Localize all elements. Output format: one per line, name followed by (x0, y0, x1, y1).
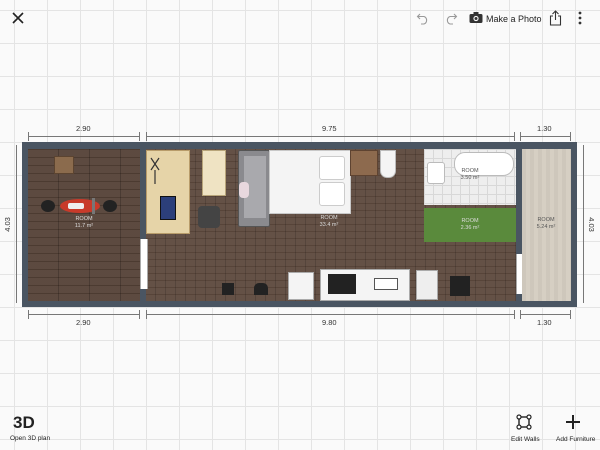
undo-icon (416, 13, 428, 25)
appliance[interactable] (288, 272, 314, 300)
room-name: ROOM (75, 216, 93, 222)
dimension-label: 4.03 (586, 217, 596, 232)
make-photo-button[interactable] (469, 11, 483, 24)
dimension-line (146, 314, 514, 315)
room-name: ROOM (461, 218, 479, 224)
dimension-label: 2.90 (76, 318, 91, 327)
dimension-label: 9.75 (322, 124, 337, 133)
nightstand[interactable] (350, 150, 378, 176)
redo-icon (446, 13, 458, 25)
more-button[interactable] (578, 10, 582, 26)
room-name: ROOM (537, 217, 555, 223)
kitchen-sink[interactable] (374, 278, 398, 290)
edit-walls-button[interactable] (516, 414, 532, 430)
dimension-line (28, 136, 139, 137)
bed-pillow (319, 156, 345, 180)
window[interactable] (140, 239, 148, 289)
close-button[interactable] (8, 8, 28, 28)
room-name: ROOM (461, 168, 479, 174)
dimension-line (520, 314, 570, 315)
shelf[interactable] (202, 150, 226, 196)
desk-lamp[interactable] (150, 156, 160, 186)
redo-button[interactable] (444, 11, 458, 25)
dimension-line (583, 145, 584, 303)
add-furniture-button[interactable] (565, 414, 581, 430)
room-area: 11.7 m² (74, 223, 94, 229)
sink[interactable] (427, 162, 445, 184)
dimension-label: 2.90 (76, 124, 91, 133)
dimension-line (16, 145, 17, 303)
edit-walls-label[interactable]: Edit Walls (511, 436, 540, 443)
room-area: 33.4 m² (319, 222, 339, 228)
undo-button[interactable] (416, 11, 430, 25)
open-3d-label[interactable]: Open 3D plan (10, 435, 50, 442)
make-photo-label[interactable]: Make a Photo (486, 14, 542, 24)
dimension-line (146, 136, 514, 137)
motorcycle[interactable] (40, 197, 118, 215)
room-area: 5.24 m² (536, 224, 556, 230)
chair[interactable] (254, 283, 268, 295)
edit-walls-icon (516, 414, 532, 430)
share-icon (549, 10, 562, 26)
office-chair[interactable] (198, 206, 220, 228)
side-table[interactable] (54, 156, 74, 174)
plus-icon (566, 415, 580, 429)
dimension-label: 4.03 (2, 217, 12, 232)
close-icon (12, 12, 24, 24)
more-vertical-icon (578, 11, 582, 25)
dimension-line (28, 314, 139, 315)
bed-pillow (319, 182, 345, 206)
pillow[interactable] (239, 182, 249, 198)
room-area: 3.50 m² (460, 175, 480, 181)
dimension-label: 1.30 (537, 124, 552, 133)
cabinet[interactable] (450, 276, 470, 296)
share-button[interactable] (549, 10, 562, 26)
add-furniture-label[interactable]: Add Furniture (556, 436, 595, 443)
laptop[interactable] (160, 196, 176, 220)
dimension-label: 9.80 (322, 318, 337, 327)
room-area: 2.36 m² (460, 225, 480, 231)
open-3d-button[interactable]: 3D (13, 413, 35, 433)
stove[interactable] (328, 274, 356, 294)
floor-plan[interactable]: ROOM 11.7 m² ROOM 33.4 m² ROOM 3.50 m² R… (22, 142, 577, 307)
dimension-label: 1.30 (537, 318, 552, 327)
dimension-line (520, 136, 570, 137)
stool[interactable] (222, 283, 234, 295)
toilet[interactable] (380, 150, 396, 178)
camera-icon (469, 12, 483, 23)
room-name: ROOM (320, 215, 338, 221)
fridge[interactable] (416, 270, 438, 300)
